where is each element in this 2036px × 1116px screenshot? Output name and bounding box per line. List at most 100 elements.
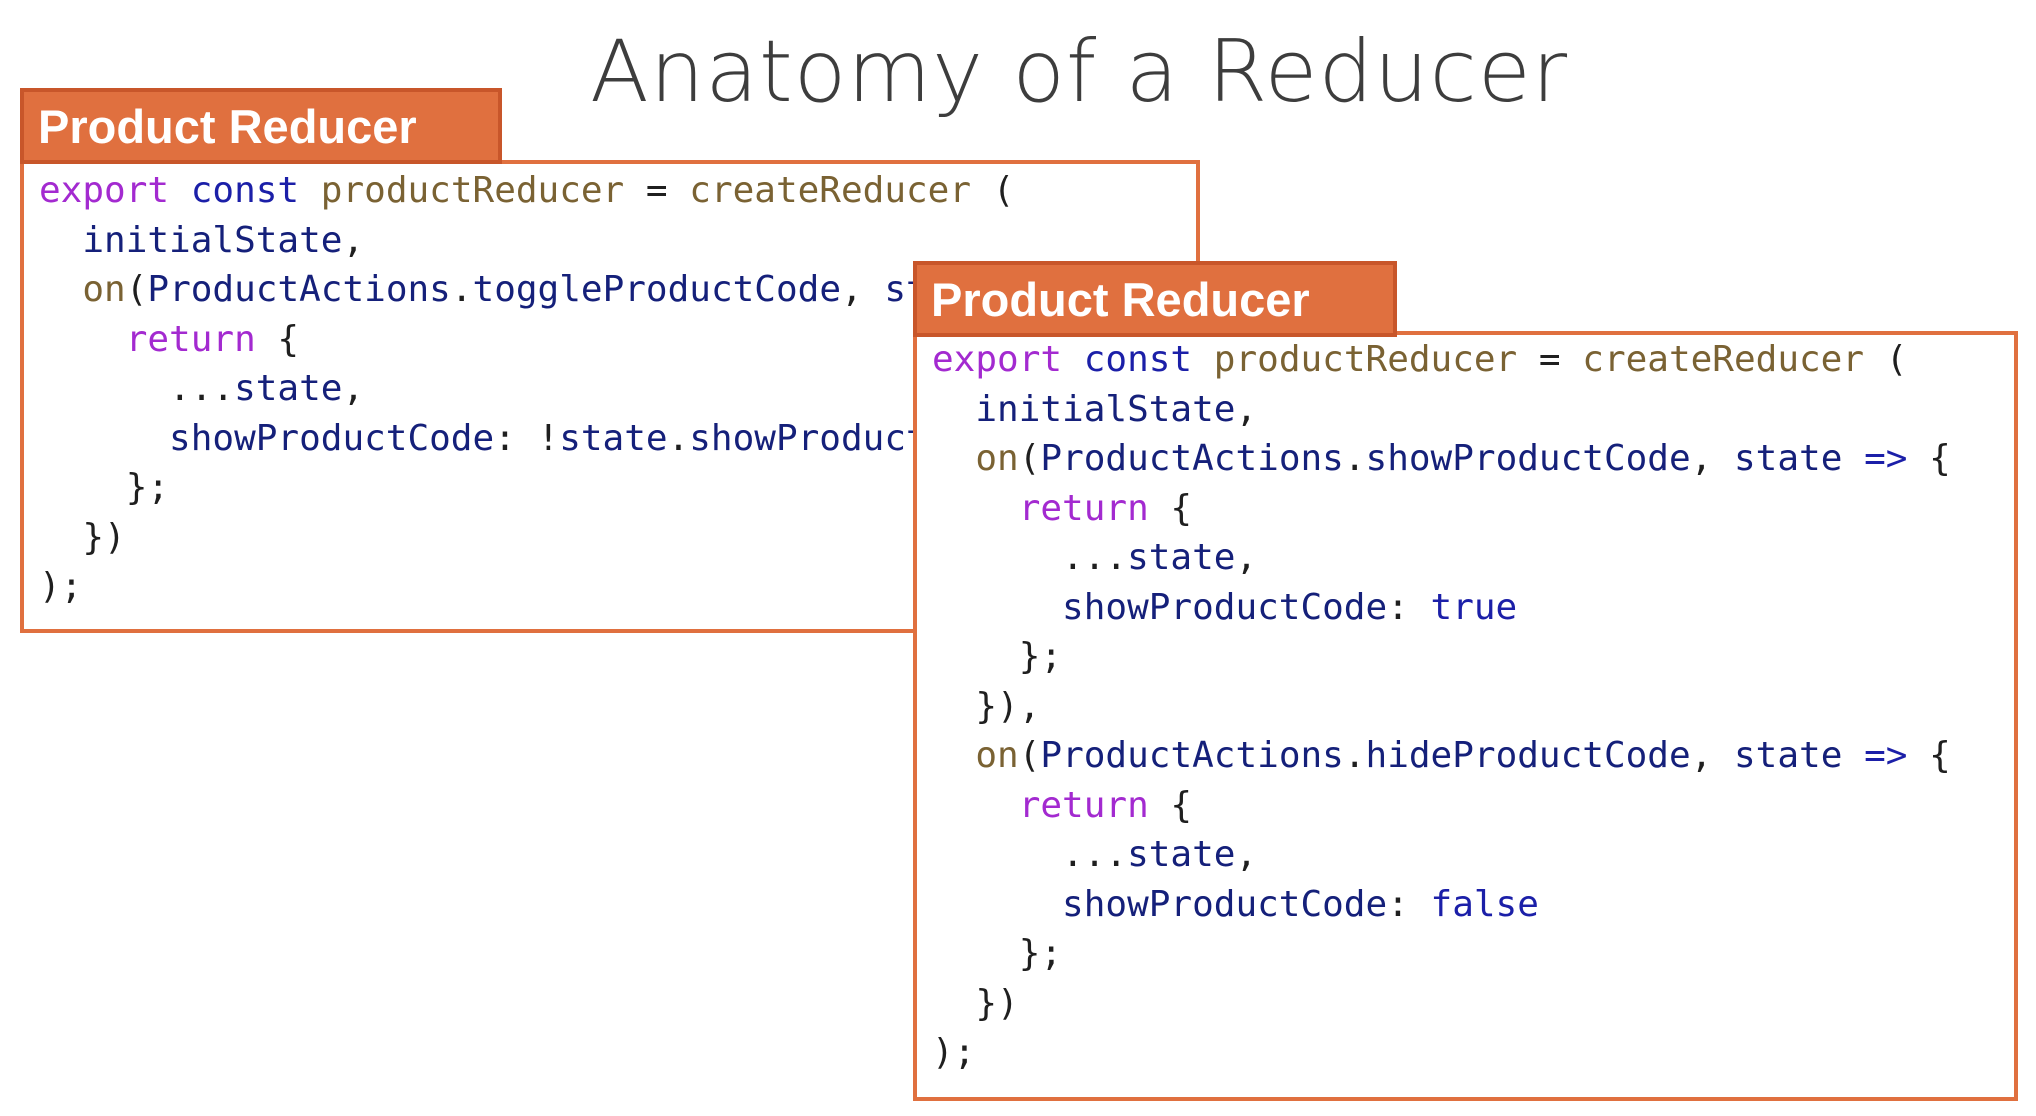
code-token: , xyxy=(1235,388,1258,430)
code-token: ); xyxy=(932,1032,976,1073)
code-token: ... xyxy=(932,537,1128,578)
code-token: ProductActions xyxy=(1040,438,1344,479)
code-token: showProductCode xyxy=(1062,883,1388,925)
code-line: return { xyxy=(932,781,2014,831)
code-token: : ! xyxy=(494,417,560,459)
code-token: , xyxy=(1235,537,1258,578)
code-token: state xyxy=(559,417,668,459)
code-token: = xyxy=(624,170,690,211)
code-token: }; xyxy=(39,467,170,508)
code-token: = xyxy=(1517,339,1583,380)
code-token: showProductCode xyxy=(1062,586,1388,628)
code-token: . xyxy=(667,417,690,459)
code-token: on xyxy=(975,438,1019,479)
code-token: => xyxy=(1864,438,1908,479)
code-line: ...state, xyxy=(932,533,2014,583)
code-token: ... xyxy=(932,834,1128,875)
code-token: export xyxy=(39,170,170,211)
code-token: state xyxy=(234,368,343,409)
code-token: state xyxy=(1734,735,1843,776)
code-line: }) xyxy=(932,979,2014,1029)
code-token: . xyxy=(1343,735,1366,776)
code-token: const xyxy=(190,170,300,211)
code-token: ( xyxy=(1018,735,1041,776)
code-box: export const productReducer = createRedu… xyxy=(913,331,2018,1101)
code-token: state xyxy=(1734,438,1843,479)
code-token: true xyxy=(1430,586,1518,628)
code-token: , xyxy=(841,269,885,310)
code-token: . xyxy=(450,269,473,310)
code-token: , xyxy=(1235,834,1258,875)
code-line: return { xyxy=(932,484,2014,534)
code-token: { xyxy=(1907,735,1951,776)
code-token: hideProductCode xyxy=(1365,735,1691,776)
code-token: createReducer xyxy=(689,170,972,211)
code-token: ( xyxy=(125,269,148,310)
code-token: on xyxy=(975,735,1019,776)
code-token: => xyxy=(1864,735,1908,776)
code-token: ); xyxy=(39,566,83,607)
code-token: , xyxy=(342,219,365,261)
code-token: state xyxy=(1127,834,1236,875)
code-line: initialState, xyxy=(39,216,1196,266)
code-token: initialState xyxy=(975,388,1236,430)
code-token: : xyxy=(1387,883,1431,925)
code-line: initialState, xyxy=(932,385,2014,435)
code-panel-show-hide-reducer: Product Reducer export const productRedu… xyxy=(913,261,2018,1101)
code-token: ProductActions xyxy=(147,269,451,310)
code-token: ( xyxy=(1864,339,1908,380)
code-token: return xyxy=(125,318,256,360)
code-line: }; xyxy=(932,929,2014,979)
code-token: on xyxy=(82,269,126,310)
code-token: export xyxy=(932,339,1063,380)
code-token: ( xyxy=(971,170,1015,211)
code-token: createReducer xyxy=(1582,339,1865,380)
panel-title-tab: Product Reducer xyxy=(913,261,1397,337)
code-token: , xyxy=(342,368,365,409)
code-token: ( xyxy=(1018,438,1041,479)
code-line: on(ProductActions.hideProductCode, state… xyxy=(932,731,2014,781)
code-line: ...state, xyxy=(932,830,2014,880)
code-line: export const productReducer = createRedu… xyxy=(932,335,2014,385)
code-token: showProductCode xyxy=(169,417,495,459)
code-token: return xyxy=(1018,784,1149,826)
code-token: { xyxy=(1148,487,1193,529)
code-token: return xyxy=(1018,487,1149,529)
code-token: false xyxy=(1430,883,1539,925)
panel-title-tab: Product Reducer xyxy=(20,88,502,164)
code-token: const xyxy=(1083,339,1193,380)
code-token: state xyxy=(1127,537,1236,578)
code-line: export const productReducer = createRedu… xyxy=(39,166,1196,216)
code-token: }), xyxy=(932,685,1041,727)
code-token: : xyxy=(1387,586,1431,628)
code-token: showProductCode xyxy=(1365,438,1691,479)
code-token: }; xyxy=(932,636,1063,677)
code-line: showProductCode: true xyxy=(932,583,2014,633)
code-line: showProductCode: false xyxy=(932,880,2014,930)
code-token: }) xyxy=(932,982,1019,1024)
code-token: initialState xyxy=(82,219,343,261)
code-token: toggleProductCode xyxy=(472,269,841,310)
code-token: , xyxy=(1690,438,1734,479)
code-token: ... xyxy=(39,368,235,409)
code-token: . xyxy=(1343,438,1366,479)
code-block: export const productReducer = createRedu… xyxy=(932,335,2014,1078)
code-token: productReducer xyxy=(1213,339,1518,380)
code-line: }), xyxy=(932,682,2014,732)
